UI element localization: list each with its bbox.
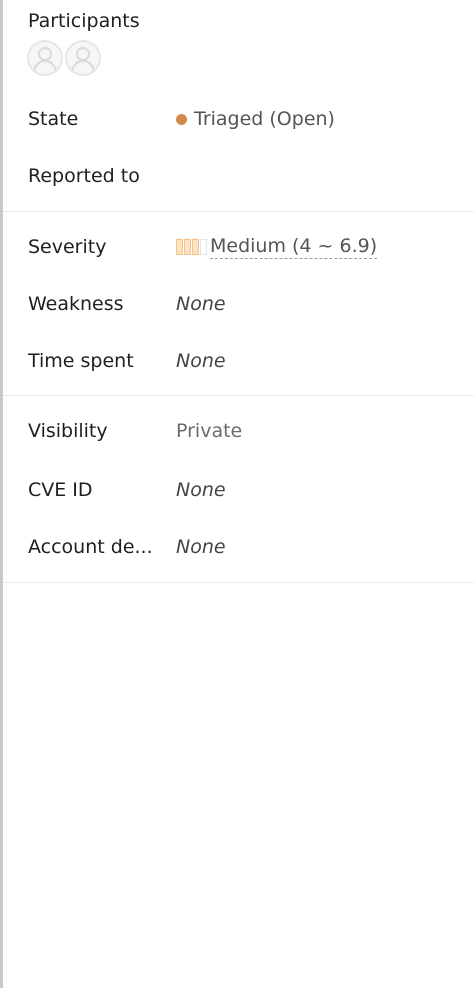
state-label: State	[28, 108, 79, 130]
time-spent-value[interactable]: None	[176, 350, 226, 372]
severity-meter-segment	[184, 239, 191, 255]
time-spent-row: Time spent None	[28, 346, 474, 376]
section-divider	[3, 582, 474, 583]
severity-meter-segment	[192, 239, 199, 255]
user-avatar-icon[interactable]	[65, 40, 101, 76]
visibility-label: Visibility	[28, 420, 108, 442]
user-avatar-icon[interactable]	[27, 40, 63, 76]
participants-title: Participants	[28, 10, 140, 32]
time-spent-label: Time spent	[28, 350, 134, 372]
report-sidebar-panel: Participants State Triaged (Open) Report…	[0, 0, 474, 988]
state-status-dot-icon	[176, 113, 187, 125]
participants-avatars	[27, 40, 101, 76]
severity-meter-icon	[176, 239, 208, 255]
weakness-label: Weakness	[28, 293, 124, 315]
severity-value-text[interactable]: Medium (4 ~ 6.9)	[210, 235, 378, 259]
reported-to-label: Reported to	[28, 165, 140, 187]
reported-to-row: Reported to	[28, 161, 474, 191]
weakness-value[interactable]: None	[176, 293, 226, 315]
severity-row: Severity Medium (4 ~ 6.9)	[28, 232, 474, 262]
state-value-text: Triaged (Open)	[194, 108, 335, 130]
state-value[interactable]: Triaged (Open)	[176, 108, 335, 130]
state-row: State Triaged (Open)	[28, 104, 474, 134]
visibility-row: Visibility Private	[28, 416, 474, 446]
severity-value[interactable]: Medium (4 ~ 6.9)	[176, 235, 378, 259]
section-divider	[3, 395, 474, 396]
severity-meter-segment	[176, 239, 183, 255]
cve-id-value[interactable]: None	[176, 479, 226, 501]
severity-label: Severity	[28, 236, 107, 258]
account-details-value[interactable]: None	[176, 536, 226, 558]
account-details-label: Account de...	[28, 536, 153, 558]
account-details-row: Account de... None	[28, 532, 474, 562]
section-divider	[3, 211, 474, 212]
cve-id-label: CVE ID	[28, 479, 93, 501]
weakness-row: Weakness None	[28, 289, 474, 319]
severity-meter-segment	[200, 239, 207, 255]
cve-id-row: CVE ID None	[28, 475, 474, 505]
visibility-value[interactable]: Private	[176, 420, 242, 442]
